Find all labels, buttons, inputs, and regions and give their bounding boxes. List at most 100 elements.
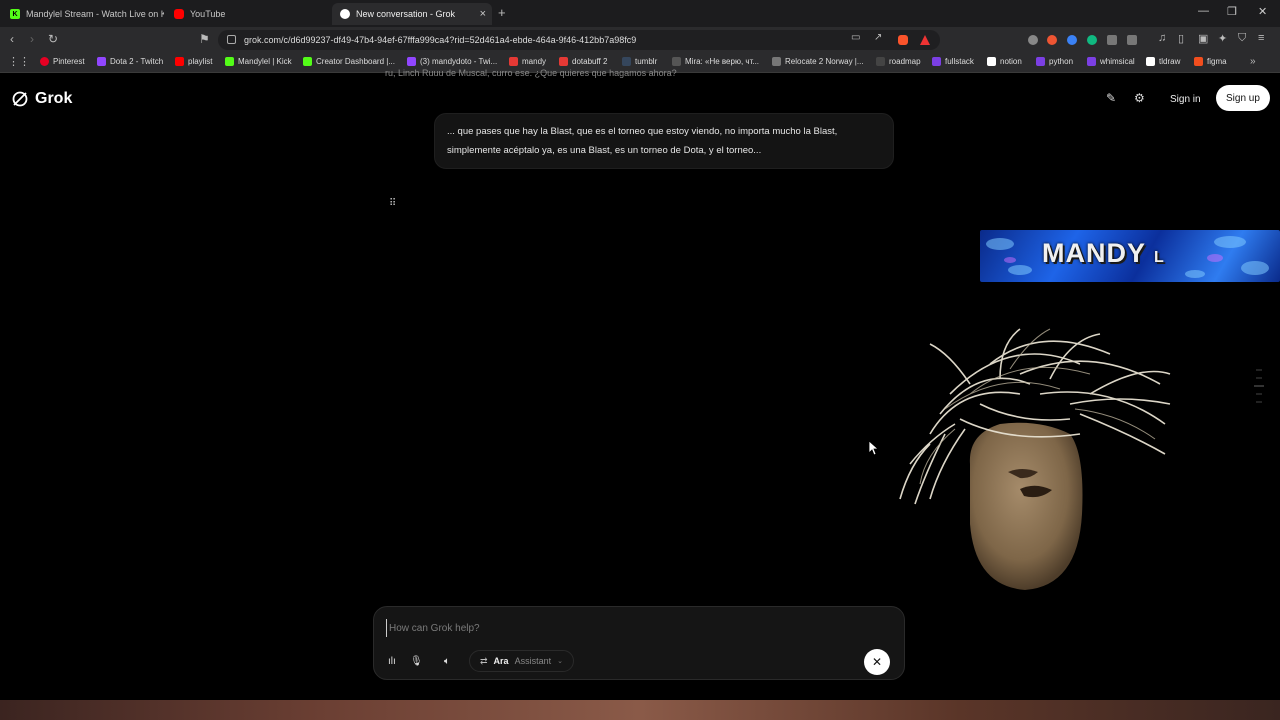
voice-role: Assistant bbox=[514, 656, 552, 666]
settings-gear-icon[interactable]: ⚙ bbox=[1134, 91, 1145, 105]
bookmark-label: tumblr bbox=[635, 57, 658, 66]
tab-grok[interactable]: New conversation - Grok × bbox=[332, 3, 492, 25]
vpn-icon[interactable]: ⛉ bbox=[1238, 32, 1246, 45]
bookmark-item[interactable]: Mira: «Не верю, чт... bbox=[672, 57, 759, 66]
dotabuff-icon bbox=[509, 57, 518, 66]
grok-logo-text: Grok bbox=[35, 90, 73, 107]
sign-in-button[interactable]: Sign in bbox=[1162, 88, 1209, 110]
leo-icon[interactable]: ✦ bbox=[1218, 32, 1227, 45]
youtube-icon bbox=[174, 9, 184, 19]
banner-main-text: MANDY bbox=[1042, 238, 1146, 268]
reload-icon[interactable]: ↻ bbox=[48, 32, 58, 46]
sidebar-icon[interactable]: ▯ bbox=[1178, 32, 1184, 45]
brave-shields-icon[interactable] bbox=[898, 35, 908, 45]
tab-title: Mandylel Stream - Watch Live on Kick bbox=[26, 9, 164, 19]
bookmark-icon[interactable]: ⚑ bbox=[199, 32, 210, 46]
voice-name: Ara bbox=[493, 656, 509, 666]
kick-icon: K bbox=[10, 9, 20, 19]
banner-small-text: L bbox=[1154, 249, 1165, 266]
streamer-avatar bbox=[899, 328, 1171, 590]
forward-icon[interactable]: › bbox=[30, 32, 34, 46]
restore-icon[interactable]: ❐ bbox=[1227, 5, 1237, 18]
grok-page: Grok ✎ ⚙ Sign in Sign up ru, Linch Ruuu … bbox=[0, 68, 1280, 700]
pinterest-icon bbox=[40, 57, 49, 66]
bookmark-item[interactable]: notion bbox=[987, 57, 1022, 66]
bookmark-item[interactable]: roadmap bbox=[876, 57, 921, 66]
cast-icon[interactable]: ▭ bbox=[851, 32, 860, 43]
minimize-icon[interactable]: — bbox=[1198, 5, 1209, 17]
bookmark-label: (3) mandydoto - Twi... bbox=[420, 57, 498, 66]
prompt-input[interactable] bbox=[386, 619, 886, 637]
twitch-icon bbox=[407, 57, 416, 66]
bookmark-item[interactable]: tldraw bbox=[1146, 57, 1180, 66]
bookmark-label: dotabuff 2 bbox=[572, 57, 608, 66]
tab-title: YouTube bbox=[190, 9, 226, 19]
bookmark-label: roadmap bbox=[889, 57, 921, 66]
dotabuff-icon bbox=[559, 57, 568, 66]
tab-kick-stream[interactable]: K Mandylel Stream - Watch Live on Kick bbox=[2, 3, 164, 25]
bookmark-label: fullstack bbox=[945, 57, 974, 66]
extension-icon[interactable] bbox=[1028, 35, 1038, 45]
tab-youtube[interactable]: YouTube bbox=[166, 3, 328, 25]
youtube-icon bbox=[175, 57, 184, 66]
bookmark-label: Mira: «Не верю, чт... bbox=[685, 57, 760, 66]
grok-logo[interactable]: Grok bbox=[11, 90, 72, 108]
back-icon[interactable]: ‹ bbox=[10, 32, 14, 46]
url-text: grok.com/c/d6d99237-df49-47b4-94ef-67fff… bbox=[244, 35, 637, 45]
bookmark-item[interactable]: fullstack bbox=[932, 57, 974, 66]
bookmark-item[interactable]: Dota 2 - Twitch bbox=[97, 57, 163, 66]
bookmark-item[interactable]: playlist bbox=[175, 57, 212, 66]
voice-waveform-icon[interactable]: ılı bbox=[388, 651, 396, 671]
previous-assistant-message: ru, Linch Ruuu de Muscal, curro ese. ¿Qu… bbox=[385, 68, 677, 78]
grok-logo-icon bbox=[12, 91, 28, 107]
share-icon[interactable]: ↗ bbox=[874, 32, 882, 43]
bookmark-item[interactable]: python bbox=[1036, 57, 1073, 66]
extension-icon[interactable] bbox=[1067, 35, 1077, 45]
extension-icon[interactable] bbox=[1127, 35, 1137, 45]
bookmark-item[interactable]: figma bbox=[1194, 57, 1227, 66]
bookmark-label: figma bbox=[1207, 57, 1227, 66]
address-bar[interactable]: grok.com/c/d6d99237-df49-47b4-94ef-67fff… bbox=[218, 30, 940, 50]
puzzle-icon[interactable] bbox=[1107, 35, 1117, 45]
bookmark-item[interactable]: Creator Dashboard |... bbox=[303, 57, 395, 66]
more-bookmarks-icon[interactable]: » bbox=[1250, 56, 1256, 67]
close-window-icon[interactable]: ✕ bbox=[1258, 5, 1267, 18]
banner-text: MANDY L bbox=[1042, 238, 1165, 269]
media-icon[interactable]: ♫ bbox=[1158, 32, 1166, 44]
sign-up-button[interactable]: Sign up bbox=[1216, 85, 1270, 111]
close-tab-icon[interactable]: × bbox=[480, 8, 486, 20]
wallet-icon[interactable]: ▣ bbox=[1198, 32, 1208, 45]
chat-composer: ılı 🎙︎ 🔈︎ ⇄ Ara Assistant ⌄ ✕ bbox=[373, 606, 905, 680]
bookmark-label: whimsical bbox=[1100, 57, 1135, 66]
speaker-icon[interactable]: 🔈︎ bbox=[444, 651, 450, 671]
voice-selector[interactable]: ⇄ Ara Assistant ⌄ bbox=[469, 650, 574, 672]
extension-icon[interactable] bbox=[1087, 35, 1097, 45]
bookmark-item[interactable]: tumblr bbox=[622, 57, 657, 66]
apps-grid-icon[interactable]: ⋮⋮ bbox=[8, 55, 30, 68]
kick-icon bbox=[225, 57, 234, 66]
bookmark-site-icon bbox=[932, 57, 941, 66]
close-voice-mode-button[interactable]: ✕ bbox=[864, 649, 890, 675]
microphone-icon[interactable]: 🎙︎ bbox=[410, 651, 423, 671]
new-chat-icon[interactable]: ✎ bbox=[1106, 91, 1116, 105]
browser-tabstrip: K Mandylel Stream - Watch Live on Kick Y… bbox=[0, 0, 1280, 27]
bookmark-item[interactable]: (3) mandydoto - Twi... bbox=[407, 57, 497, 66]
bookmark-item[interactable]: dotabuff 2 bbox=[559, 57, 607, 66]
bookmark-label: mandy bbox=[522, 57, 547, 66]
bookmark-item[interactable]: Pinterest bbox=[40, 57, 85, 66]
site-info-icon[interactable] bbox=[227, 35, 236, 44]
new-tab-button[interactable]: + bbox=[498, 5, 506, 20]
dots-grid-icon[interactable]: ⠿ bbox=[389, 198, 396, 209]
bookmark-label: Relocate 2 Norway |... bbox=[785, 57, 864, 66]
figma-icon bbox=[1194, 57, 1203, 66]
bookmark-item[interactable]: Mandylel | Kick bbox=[225, 57, 292, 66]
bookmark-item[interactable]: whimsical bbox=[1087, 57, 1135, 66]
bookmark-label: notion bbox=[1000, 57, 1022, 66]
bookmark-item[interactable]: mandy bbox=[509, 57, 546, 66]
bookmark-item[interactable]: Relocate 2 Norway |... bbox=[772, 57, 864, 66]
bookmark-label: Creator Dashboard |... bbox=[316, 57, 396, 66]
extension-icon[interactable] bbox=[1047, 35, 1057, 45]
bookmark-label: Dota 2 - Twitch bbox=[110, 57, 164, 66]
relocate-icon bbox=[772, 57, 781, 66]
menu-icon[interactable]: ≡ bbox=[1258, 32, 1264, 44]
